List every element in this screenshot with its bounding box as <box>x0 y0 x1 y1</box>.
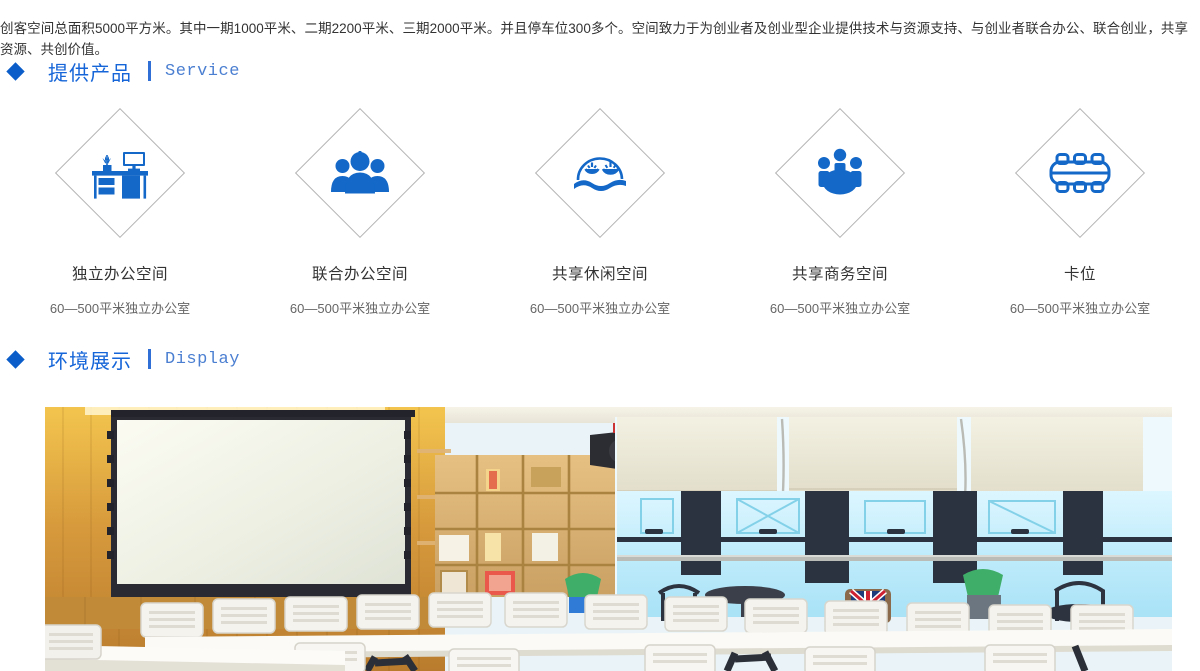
product-icon-frame <box>774 107 906 239</box>
product-title: 联合办公空间 <box>311 266 408 283</box>
section-title-cn: 提供产品 <box>48 62 132 85</box>
desk-monitor-icon <box>55 108 185 238</box>
product-subtitle: 60—500平米独立办公室 <box>529 301 671 316</box>
product-icon-frame <box>294 107 426 239</box>
product-grid: 独立办公空间 60—500平米独立办公室 联合办公空间 60—500平米独立办公… <box>0 100 1200 317</box>
product-item[interactable]: 联合办公空间 60—500平米独立办公室 <box>240 100 480 317</box>
environment-photo-art <box>45 407 1172 671</box>
section-header-service: 提供产品 Service <box>0 56 240 86</box>
section-separator-icon <box>148 349 151 369</box>
meeting-round-table-icon <box>775 108 905 238</box>
section-title-en: Service <box>165 61 240 81</box>
diamond-bullet-icon <box>6 349 25 369</box>
people-group-icon <box>295 108 425 238</box>
product-icon-frame <box>1014 107 1146 239</box>
diamond-bullet-icon <box>6 61 25 81</box>
product-title: 卡位 <box>1063 266 1096 283</box>
product-item[interactable]: 共享商务空间 60—500平米独立办公室 <box>720 100 960 317</box>
section-title-en: Display <box>165 349 240 369</box>
section-header-display: 环境展示 Display <box>0 344 240 374</box>
product-icon-frame <box>54 107 186 239</box>
workstation-seats-icon <box>1015 108 1145 238</box>
product-item[interactable]: 独立办公空间 60—500平米独立办公室 <box>0 100 240 317</box>
environment-photo <box>45 407 1172 671</box>
product-subtitle: 60—500平米独立办公室 <box>769 301 911 316</box>
section-separator-icon <box>148 61 151 81</box>
intro-paragraph: 创客空间总面积5000平方米。其中一期1000平米、二期2200平米、三期200… <box>0 20 1188 57</box>
section-title-cn: 环境展示 <box>48 350 132 373</box>
product-item[interactable]: 共享休闲空间 60—500平米独立办公室 <box>480 100 720 317</box>
product-title: 独立办公空间 <box>71 266 168 283</box>
product-icon-frame <box>534 107 666 239</box>
product-subtitle: 60—500平米独立办公室 <box>1009 301 1151 316</box>
leisure-face-wave-icon <box>535 108 665 238</box>
page-root: 创客空间总面积5000平方米。其中一期1000平米、二期2200平米、三期200… <box>0 0 1200 671</box>
product-title: 共享休闲空间 <box>551 266 648 283</box>
product-subtitle: 60—500平米独立办公室 <box>49 301 191 316</box>
product-item[interactable]: 卡位 60—500平米独立办公室 <box>960 100 1200 317</box>
product-subtitle: 60—500平米独立办公室 <box>289 301 431 316</box>
product-title: 共享商务空间 <box>791 266 888 283</box>
